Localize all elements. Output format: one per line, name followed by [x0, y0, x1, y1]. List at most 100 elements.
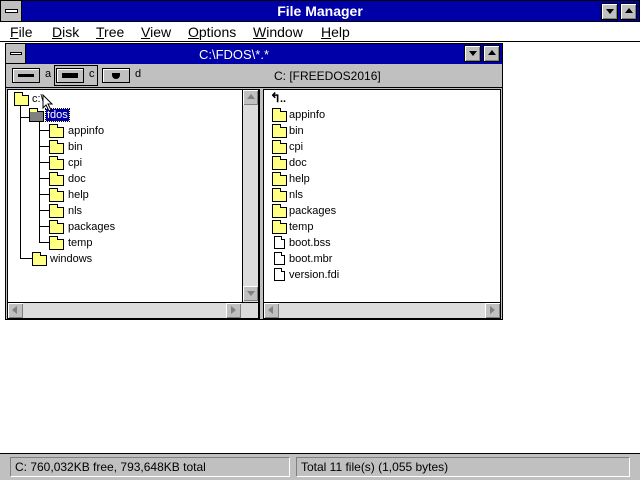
folder-icon — [272, 140, 287, 154]
drive-a-letter: a — [45, 68, 52, 80]
folder-icon — [49, 236, 64, 250]
tree-item-bin[interactable]: bin — [68, 141, 83, 153]
app-title: File Manager — [277, 3, 363, 19]
file-item-temp[interactable]: temp — [289, 221, 313, 233]
folder-icon — [49, 124, 64, 138]
floppy-drive-icon — [12, 68, 40, 83]
tree-scroll-right-button[interactable] — [226, 303, 241, 318]
file-item-up[interactable]: .. — [280, 93, 286, 105]
cdrom-drive-icon — [102, 68, 130, 83]
scroll-down-icon — [247, 291, 255, 296]
menu-options[interactable]: Options — [188, 24, 236, 40]
menu-window-label: indow — [266, 24, 303, 40]
file-icon — [274, 252, 285, 265]
scroll-left-icon — [12, 306, 17, 314]
folder-icon — [272, 108, 287, 122]
folder-icon — [272, 204, 287, 218]
file-item-boot-mbr[interactable]: boot.mbr — [289, 253, 332, 265]
hard-disk-icon — [56, 68, 84, 83]
directory-tree-pane[interactable]: c:\ fdos appinfo bin cpi doc help nls pa… — [7, 89, 259, 319]
scroll-right-icon — [490, 306, 495, 314]
menu-disk-accel: D — [52, 24, 63, 40]
directory-window-titlebar[interactable]: C:\FDOS\*.* — [6, 44, 502, 64]
folder-icon — [49, 140, 64, 154]
tree-item-packages[interactable]: packages — [68, 221, 115, 233]
tree-item-temp[interactable]: temp — [68, 237, 92, 249]
files-horizontal-scrollbar[interactable] — [264, 302, 500, 318]
tree-item-appinfo[interactable]: appinfo — [68, 125, 104, 137]
menu-file-label: ile — [18, 24, 33, 40]
file-total-status: Total 11 file(s) (1,055 bytes) — [296, 457, 630, 477]
tree-scroll-up-button[interactable] — [243, 90, 258, 105]
scroll-right-icon — [231, 306, 236, 314]
directory-window-title: C:\FDOS\*.* — [198, 47, 270, 62]
tree-item-windows[interactable]: windows — [50, 253, 92, 265]
child-minimize-button[interactable] — [464, 45, 481, 62]
folder-icon — [272, 156, 287, 170]
directory-window[interactable]: C:\FDOS\*.* a c d C: [FREEDOS2016] c:\ f… — [5, 43, 503, 320]
file-item-boot-bss[interactable]: boot.bss — [289, 237, 331, 249]
minimize-icon — [606, 9, 614, 14]
maximize-button[interactable] — [620, 3, 637, 20]
file-item-version-fdi[interactable]: version.fdi — [289, 269, 339, 281]
folder-icon — [49, 156, 64, 170]
main-titlebar[interactable]: File Manager — [0, 0, 640, 22]
folder-icon — [49, 188, 64, 202]
minimize-button[interactable] — [601, 3, 618, 20]
child-maximize-button[interactable] — [483, 45, 500, 62]
menu-tree-accel: T — [96, 24, 105, 40]
file-item-help[interactable]: help — [289, 173, 310, 185]
status-bar: C: 760,032KB free, 793,648KB total Total… — [0, 453, 640, 480]
tree-scroll-left-button[interactable] — [8, 303, 23, 318]
menu-help-label: elp — [331, 24, 350, 40]
file-icon — [274, 268, 285, 281]
drive-d[interactable]: d — [102, 67, 142, 84]
root-folder-icon — [14, 92, 29, 106]
folder-icon — [32, 252, 47, 266]
file-item-packages[interactable]: packages — [289, 205, 336, 217]
drive-a[interactable]: a — [12, 67, 58, 84]
tree-item-nls[interactable]: nls — [68, 205, 82, 217]
tree-scroll-down-button[interactable] — [243, 286, 258, 301]
tree-item-help[interactable]: help — [68, 189, 89, 201]
file-list-pane[interactable]: ↰ .. appinfo bin cpi doc help nls packag… — [263, 89, 501, 319]
menu-view-accel: V — [141, 24, 151, 40]
tree-horizontal-scrollbar[interactable] — [8, 302, 258, 318]
scroll-up-icon — [247, 94, 255, 99]
disk-free-status: C: 760,032KB free, 793,648KB total — [10, 457, 290, 477]
menu-tree[interactable]: Tree — [96, 24, 124, 40]
tree-item-cpi[interactable]: cpi — [68, 157, 82, 169]
menu-bar: File Disk Tree View Options Window Help — [0, 22, 640, 42]
menu-disk[interactable]: Disk — [52, 24, 79, 40]
folder-icon — [49, 220, 64, 234]
menu-help-accel: H — [321, 24, 332, 40]
tree-vertical-scrollbar[interactable] — [242, 90, 258, 302]
maximize-icon — [625, 8, 633, 13]
menu-file[interactable]: File — [10, 24, 33, 40]
drive-c[interactable]: c — [54, 65, 98, 86]
child-maximize-icon — [488, 50, 496, 55]
menu-view-label: iew — [150, 24, 172, 40]
file-item-cpi[interactable]: cpi — [289, 141, 303, 153]
tree-item-doc[interactable]: doc — [68, 173, 86, 185]
file-item-bin[interactable]: bin — [289, 125, 304, 137]
open-folder-icon — [29, 108, 44, 122]
menu-window[interactable]: Window — [253, 24, 303, 40]
child-minimize-icon — [469, 51, 477, 56]
folder-icon — [272, 172, 287, 186]
menu-view[interactable]: View — [141, 24, 171, 40]
menu-window-accel: W — [253, 24, 267, 40]
files-scroll-right-button[interactable] — [485, 303, 500, 318]
menu-help[interactable]: Help — [321, 24, 350, 40]
folder-icon — [272, 220, 287, 234]
drive-bar: a c d C: [FREEDOS2016] — [6, 64, 502, 88]
file-item-nls[interactable]: nls — [289, 189, 303, 201]
menu-options-label: ptions — [198, 24, 237, 40]
file-item-doc[interactable]: doc — [289, 157, 307, 169]
files-scroll-left-button[interactable] — [264, 303, 279, 318]
menu-disk-label: isk — [62, 24, 80, 40]
file-item-appinfo[interactable]: appinfo — [289, 109, 325, 121]
folder-icon — [49, 172, 64, 186]
drive-d-letter: d — [135, 68, 142, 80]
folder-icon — [272, 188, 287, 202]
